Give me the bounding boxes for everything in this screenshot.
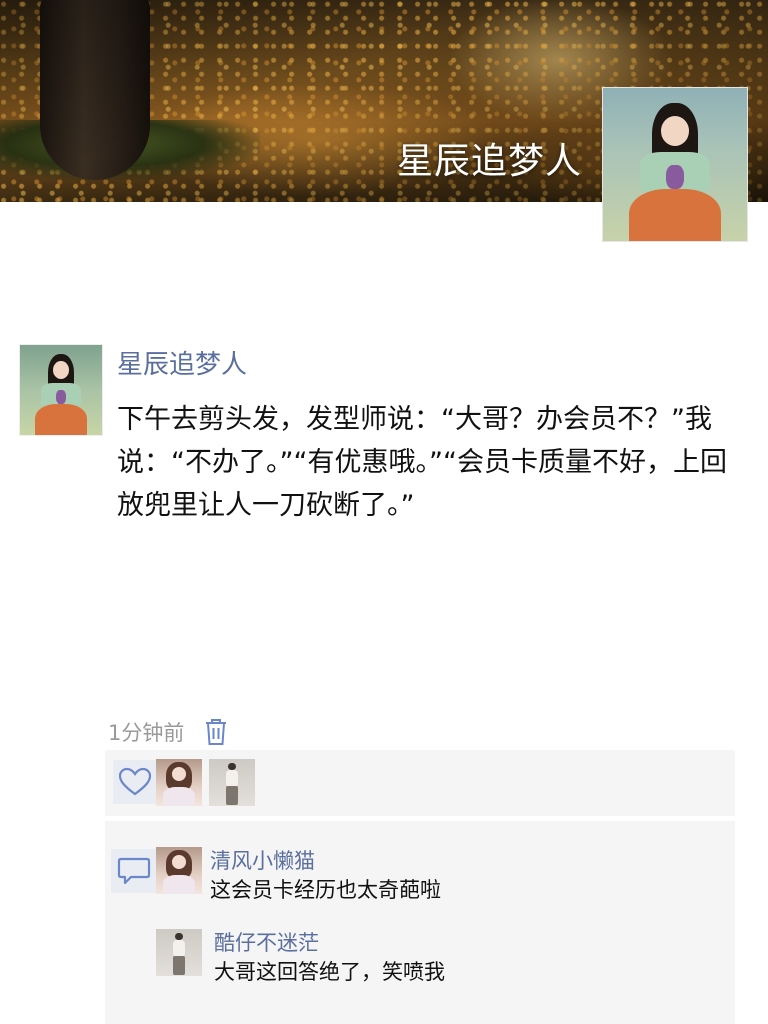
comment-text[interactable]: 大哥这回答绝了，笑喷我 <box>214 956 445 986</box>
post-meta: 1分钟前 <box>108 716 228 748</box>
comment-text[interactable]: 这会员卡经历也太奇葩啦 <box>210 874 441 904</box>
heart-icon <box>118 767 152 796</box>
post-time: 1分钟前 <box>108 721 185 745</box>
like-button[interactable] <box>113 760 157 804</box>
comment-author[interactable]: 清风小懒猫 <box>210 845 315 875</box>
commenter-avatar[interactable] <box>156 929 202 976</box>
likes-panel <box>105 750 735 816</box>
comment-button[interactable] <box>111 849 157 893</box>
profile-avatar[interactable] <box>602 87 748 242</box>
post-text: 下午去剪头发，发型师说：“大哥？办会员不？”我说：“不办了。”“有优惠哦。”“会… <box>117 404 727 521</box>
post-author-name[interactable]: 星辰追梦人 <box>117 344 247 381</box>
comments-panel: 清风小懒猫 这会员卡经历也太奇葩啦 酷仔不迷茫 大哥这回答绝了，笑喷我 <box>105 821 735 1024</box>
delete-icon[interactable] <box>204 718 228 746</box>
comment-author[interactable]: 酷仔不迷茫 <box>214 927 319 957</box>
liker-avatar[interactable] <box>209 759 255 806</box>
avatar-figure <box>20 345 102 435</box>
cover-username: 星辰追梦人 <box>396 141 582 182</box>
post-author-avatar[interactable] <box>19 344 103 436</box>
avatar-figure <box>603 88 747 241</box>
liker-avatar[interactable] <box>156 759 202 806</box>
comment-icon <box>117 857 151 885</box>
commenter-avatar[interactable] <box>156 847 202 894</box>
